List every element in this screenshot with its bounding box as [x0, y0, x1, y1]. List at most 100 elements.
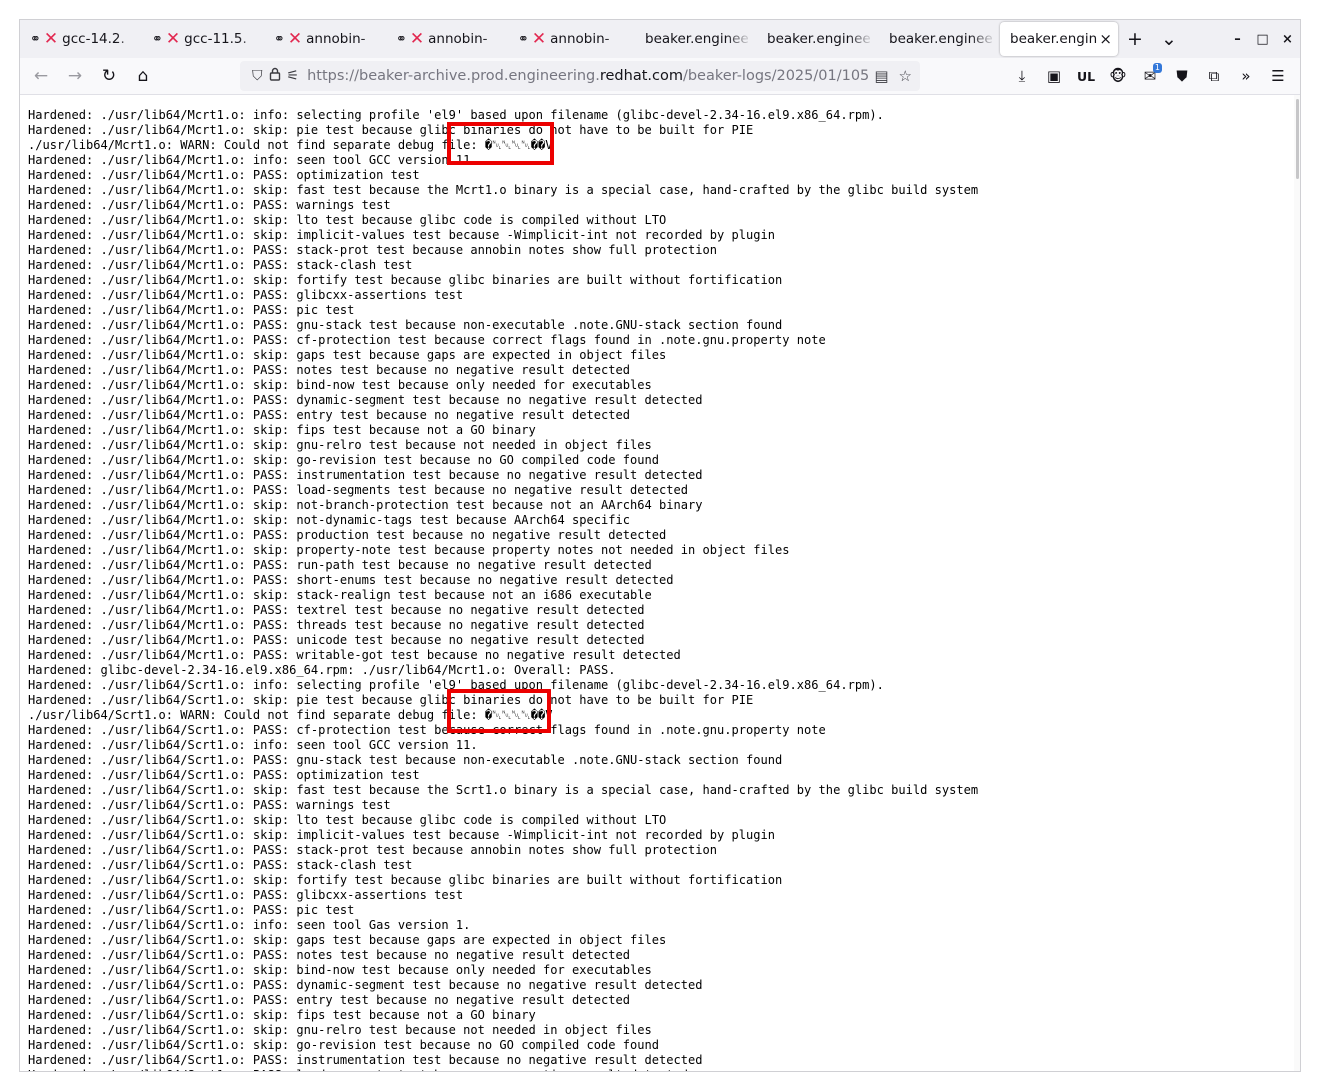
log-line: Hardened: ./usr/lib64/Mcrt1.o: PASS: wri… [28, 648, 681, 662]
permissions-icon[interactable]: ⚟ [287, 68, 300, 84]
log-line: Hardened: ./usr/lib64/Scrt1.o: PASS: cf-… [28, 723, 826, 737]
hamburger-menu-icon[interactable]: ☰ [1262, 61, 1294, 91]
link-icon: ⚭ [518, 31, 529, 47]
url-bar[interactable]: ⛉ ⚟ https://beaker-archive.prod.engineer… [240, 61, 920, 91]
log-text: Hardened: ./usr/lib64/Mcrt1.o: info: sel… [20, 95, 1300, 1071]
scrollbar-thumb[interactable] [1296, 99, 1299, 179]
log-line: Hardened: ./usr/lib64/Mcrt1.o: PASS: ins… [28, 468, 703, 482]
tab-2[interactable]: ⚭ ✕ annobin- [264, 22, 386, 56]
minimize-button[interactable]: – [1225, 32, 1250, 47]
link-icon: ⚭ [152, 31, 163, 47]
tab-0[interactable]: ⚭ ✕ gcc-14.2. [20, 22, 142, 56]
log-line: Hardened: ./usr/lib64/Mcrt1.o: PASS: sta… [28, 258, 413, 272]
link-icon: ⚭ [396, 31, 407, 47]
log-line: Hardened: ./usr/lib64/Mcrt1.o: PASS: run… [28, 558, 652, 572]
tab-1[interactable]: ⚭ ✕ gcc-11.5. [142, 22, 264, 56]
log-line: Hardened: ./usr/lib64/Scrt1.o: PASS: ins… [28, 1053, 703, 1067]
reader-view-icon[interactable]: ▤ [874, 67, 888, 85]
forward-button[interactable]: → [58, 61, 92, 91]
log-line: Hardened: ./usr/lib64/Scrt1.o: skip: bin… [28, 963, 652, 977]
log-line: Hardened: ./usr/lib64/Scrt1.o: PASS: dyn… [28, 978, 703, 992]
log-line: Hardened: ./usr/lib64/Mcrt1.o: skip: for… [28, 273, 783, 287]
log-line: Hardened: ./usr/lib64/Scrt1.o: PASS: loa… [28, 1068, 688, 1071]
page-content: Hardened: ./usr/lib64/Mcrt1.o: info: sel… [20, 95, 1300, 1071]
log-line: Hardened: ./usr/lib64/Scrt1.o: PASS: pic… [28, 903, 355, 917]
log-line: Hardened: ./usr/lib64/Mcrt1.o: PASS: gli… [28, 288, 464, 302]
shield-icon[interactable]: ⛉ [252, 68, 263, 84]
link-icon: ⚭ [30, 31, 41, 47]
scrollbar[interactable] [1294, 95, 1300, 1071]
log-line: Hardened: ./usr/lib64/Scrt1.o: PASS: sta… [28, 843, 718, 857]
x-icon: ✕ [409, 29, 425, 49]
log-line: Hardened: ./usr/lib64/Scrt1.o: skip: fas… [28, 783, 979, 797]
reload-button[interactable]: ↻ [92, 61, 126, 91]
log-line: Hardened: ./usr/lib64/Mcrt1.o: skip: gnu… [28, 438, 652, 452]
log-line: Hardened: ./usr/lib64/Scrt1.o: skip: gap… [28, 933, 667, 947]
log-line: Hardened: ./usr/lib64/Scrt1.o: PASS: war… [28, 798, 391, 812]
maximize-button[interactable]: □ [1250, 32, 1275, 47]
star-icon[interactable]: ☆ [899, 67, 912, 85]
tab-5[interactable]: beaker.enginee [630, 22, 752, 56]
log-line: Hardened: ./usr/lib64/Mcrt1.o: skip: pro… [28, 543, 790, 557]
x-icon: ✕ [165, 29, 181, 49]
log-line: Hardened: ./usr/lib64/Mcrt1.o: skip: fip… [28, 423, 536, 437]
tab-7[interactable]: beaker.enginee [874, 22, 996, 56]
tab-6[interactable]: beaker.enginee [752, 22, 874, 56]
back-button[interactable]: ← [24, 61, 58, 91]
log-line: Hardened: ./usr/lib64/Mcrt1.o: PASS: thr… [28, 618, 645, 632]
tab-strip: ⚭ ✕ gcc-14.2. ⚭ ✕ gcc-11.5. ⚭ ✕ annobin- ⚭ ✕ annobi… [20, 20, 1300, 58]
log-line: ./usr/lib64/Scrt1.o: WARN: Could not fin… [28, 708, 553, 722]
extension-monkey-icon[interactable]: 🐵 [1102, 61, 1134, 91]
link-icon: ⚭ [274, 31, 285, 47]
tab-active[interactable]: beaker.engin × [1000, 22, 1118, 56]
log-line: Hardened: ./usr/lib64/Scrt1.o: info: see… [28, 738, 478, 752]
log-line: Hardened: ./usr/lib64/Mcrt1.o: PASS: not… [28, 363, 630, 377]
x-icon: ✕ [43, 29, 59, 49]
puzzle-icon[interactable]: ⧉ [1198, 61, 1230, 91]
extension-screenshot-icon[interactable]: ▣ [1038, 61, 1070, 91]
log-line: Hardened: glibc-devel-2.34-16.el9.x86_64… [28, 663, 616, 677]
log-line: Hardened: ./usr/lib64/Mcrt1.o: skip: go-… [28, 453, 659, 467]
log-line: Hardened: ./usr/lib64/Mcrt1.o: PASS: ent… [28, 408, 630, 422]
log-line: Hardened: ./usr/lib64/Scrt1.o: skip: fip… [28, 1008, 536, 1022]
log-line: Hardened: ./usr/lib64/Mcrt1.o: info: sel… [28, 108, 884, 122]
close-window-button[interactable]: × [1275, 32, 1300, 47]
log-line: Hardened: ./usr/lib64/Mcrt1.o: info: see… [28, 153, 478, 167]
home-button[interactable]: ⌂ [126, 61, 160, 91]
toolbar-right: ⤓ ▣ UL 🐵 ✉ 1 ⛊ ⧉ » ☰ [1006, 58, 1294, 94]
log-line: Hardened: ./usr/lib64/Mcrt1.o: PASS: opt… [28, 168, 420, 182]
extension-notification-icon[interactable]: ✉ 1 [1134, 61, 1166, 91]
url-actions: ▤ ☆ [870, 67, 912, 85]
log-line: Hardened: ./usr/lib64/Mcrt1.o: skip: not… [28, 498, 703, 512]
log-line: Hardened: ./usr/lib64/Scrt1.o: skip: pie… [28, 693, 754, 707]
browser-window: ⚭ ✕ gcc-14.2. ⚭ ✕ gcc-11.5. ⚭ ✕ annobin- ⚭ ✕ annobi… [19, 19, 1301, 1072]
log-line: Hardened: ./usr/lib64/Mcrt1.o: skip: imp… [28, 228, 776, 242]
tab-4[interactable]: ⚭ ✕ annobin- [508, 22, 630, 56]
log-line: Hardened: ./usr/lib64/Scrt1.o: PASS: gnu… [28, 753, 783, 767]
log-line: Hardened: ./usr/lib64/Mcrt1.o: skip: bin… [28, 378, 652, 392]
log-line: Hardened: ./usr/lib64/Mcrt1.o: PASS: pro… [28, 528, 667, 542]
ublock-icon[interactable]: ⛊ [1166, 61, 1198, 91]
tab-label: annobin- [306, 31, 366, 47]
log-line: ./usr/lib64/Mcrt1.o: WARN: Could not fin… [28, 138, 553, 152]
log-line: Hardened: ./usr/lib64/Scrt1.o: info: see… [28, 918, 471, 932]
url-text[interactable]: https://beaker-archive.prod.engineering.… [307, 68, 869, 84]
log-line: Hardened: ./usr/lib64/Mcrt1.o: PASS: sho… [28, 573, 674, 587]
x-icon: ✕ [287, 29, 303, 49]
list-all-tabs-button[interactable]: ⌄ [1152, 22, 1186, 56]
log-line: Hardened: ./usr/lib64/Mcrt1.o: PASS: dyn… [28, 393, 703, 407]
new-tab-button[interactable]: + [1118, 22, 1152, 56]
download-icon[interactable]: ⤓ [1006, 61, 1038, 91]
log-line: Hardened: ./usr/lib64/Mcrt1.o: PASS: uni… [28, 633, 645, 647]
chevron-double-right-icon[interactable]: » [1230, 61, 1262, 91]
tab-3[interactable]: ⚭ ✕ annobin- [386, 22, 508, 56]
log-line: Hardened: ./usr/lib64/Mcrt1.o: skip: not… [28, 513, 630, 527]
lock-icon[interactable] [269, 67, 281, 85]
log-line: Hardened: ./usr/lib64/Mcrt1.o: PASS: war… [28, 198, 391, 212]
window-controls: – □ × [1225, 20, 1300, 58]
tab-close-icon[interactable]: × [1099, 30, 1112, 48]
extension-ul-button[interactable]: UL [1070, 61, 1102, 91]
log-line: Hardened: ./usr/lib64/Scrt1.o: skip: for… [28, 873, 783, 887]
log-line: Hardened: ./usr/lib64/Scrt1.o: skip: gnu… [28, 1023, 652, 1037]
url-domain: redhat.com [599, 68, 683, 84]
